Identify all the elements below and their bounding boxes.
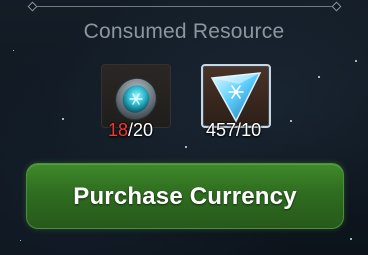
resource-count-current: 457 (206, 120, 237, 140)
purchase-currency-button[interactable]: Purchase Currency (26, 163, 344, 229)
purchase-currency-label: Purchase Currency (73, 183, 297, 210)
top-divider-cap-right (331, 1, 342, 12)
background-star (20, 240, 21, 241)
background-star (185, 146, 187, 148)
background-star (318, 76, 320, 78)
background-star (13, 50, 14, 51)
resource-count-current: 18 (108, 120, 129, 140)
ice-crystal-shard-icon (210, 72, 262, 123)
resource-slot-coin[interactable] (101, 64, 171, 128)
background-star (350, 238, 352, 240)
top-divider (34, 6, 336, 7)
consumed-resource-panel: Consumed Resource 18/20 457/10 Purchase … (0, 0, 368, 255)
resource-count-coin: 18/20 (108, 120, 153, 141)
background-star (355, 60, 357, 62)
resource-count-crystal: 457/10 (206, 120, 261, 141)
background-star (290, 120, 292, 122)
panel-title: Consumed Resource (83, 20, 285, 43)
top-divider-cap-left (27, 1, 38, 12)
resource-count-required: 20 (133, 120, 154, 140)
resource-count-required: 10 (241, 120, 262, 140)
resource-slot-crystal[interactable] (201, 64, 271, 128)
background-star (62, 118, 64, 120)
